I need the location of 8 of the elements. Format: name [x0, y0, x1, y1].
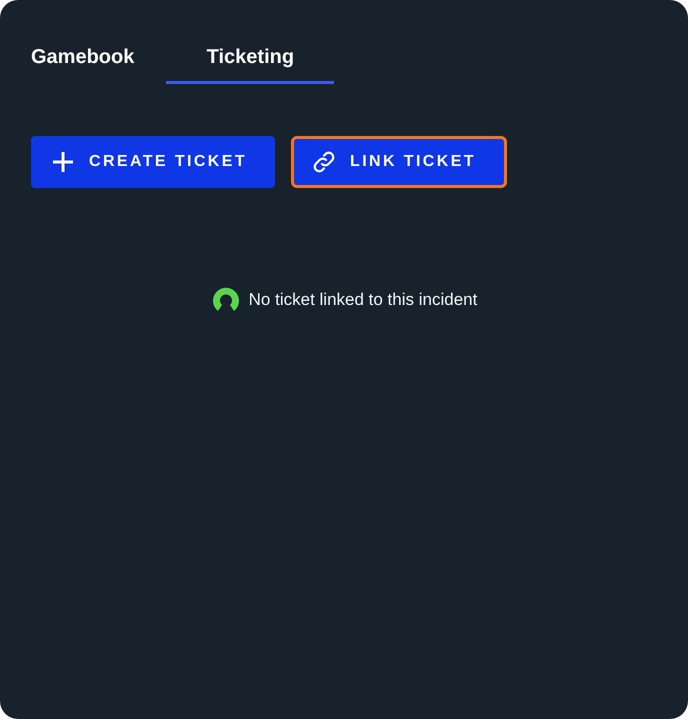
- create-ticket-button[interactable]: CREATE TICKET: [31, 136, 276, 188]
- link-icon: [312, 150, 336, 174]
- status-ring-icon: [210, 286, 241, 314]
- plus-icon: [51, 150, 75, 174]
- tab[interactable]: Gamebook: [31, 46, 166, 84]
- empty-message: No ticket linked to this incident: [248, 290, 478, 310]
- link-ticket-button[interactable]: LINK TICKET: [291, 136, 507, 188]
- tab[interactable]: Ticketing: [166, 46, 334, 84]
